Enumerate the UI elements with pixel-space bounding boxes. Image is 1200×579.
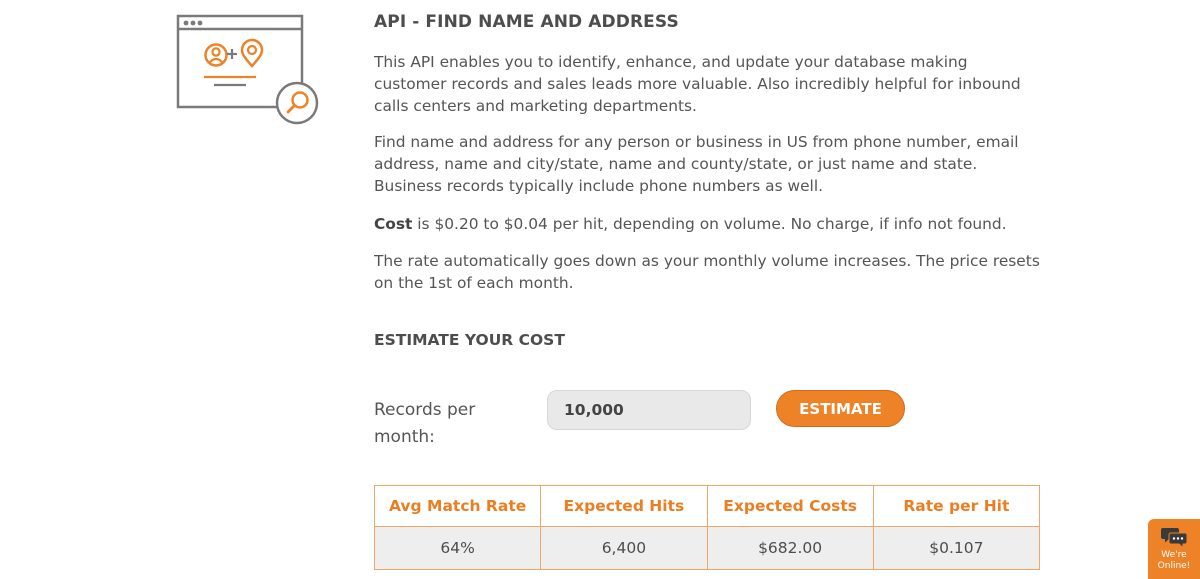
expected-hits-value: 6,400 [540, 526, 708, 570]
estimate-heading: ESTIMATE YOUR COST [374, 331, 565, 349]
chat-status-line-1: We're [1161, 550, 1187, 560]
records-per-month-input[interactable] [547, 390, 751, 430]
page-title: API - FIND NAME AND ADDRESS [374, 12, 679, 32]
expected-costs-value: $682.00 [706, 526, 874, 570]
table-row: 64% 6,400 $682.00 $0.107 [373, 526, 1041, 570]
records-per-month-label: Records per month: [374, 400, 476, 447]
avg-match-rate-value: 64% [373, 526, 542, 570]
cost-paragraph: Cost is $0.20 to $0.04 per hit, dependin… [374, 213, 1044, 235]
rate-per-hit-value: $0.107 [872, 526, 1041, 570]
avg-match-rate-header: Avg Match Rate [373, 485, 542, 527]
rate-paragraph: The rate automatically goes down as your… [374, 252, 1040, 292]
description-paragraph-2: Find name and address for any person or … [374, 133, 1019, 195]
estimate-button[interactable]: ESTIMATE [776, 390, 905, 427]
rate-per-hit-header: Rate per Hit [872, 485, 1041, 527]
api-description: API - FIND NAME AND ADDRESS This API ena… [374, 10, 1044, 294]
cost-label: Cost [374, 215, 413, 233]
expected-costs-header: Expected Costs [706, 485, 874, 527]
cost-text: is $0.20 to $0.04 per hit, depending on … [412, 215, 1007, 233]
description-paragraph-1: This API enables you to identify, enhanc… [374, 53, 1021, 115]
page: API - FIND NAME AND ADDRESS This API ena… [0, 0, 1200, 579]
expected-hits-header: Expected Hits [540, 485, 708, 527]
chat-status-line-2: Online! [1157, 561, 1191, 571]
live-chat-widget[interactable]: We're Online! [1148, 519, 1200, 579]
estimate-results-table: Avg Match Rate Expected Hits Expected Co… [373, 485, 1041, 570]
browser-window-contact-location-search-illustration [176, 14, 319, 125]
table-header-row: Avg Match Rate Expected Hits Expected Co… [373, 485, 1041, 527]
chat-bubbles-icon [1161, 528, 1187, 548]
